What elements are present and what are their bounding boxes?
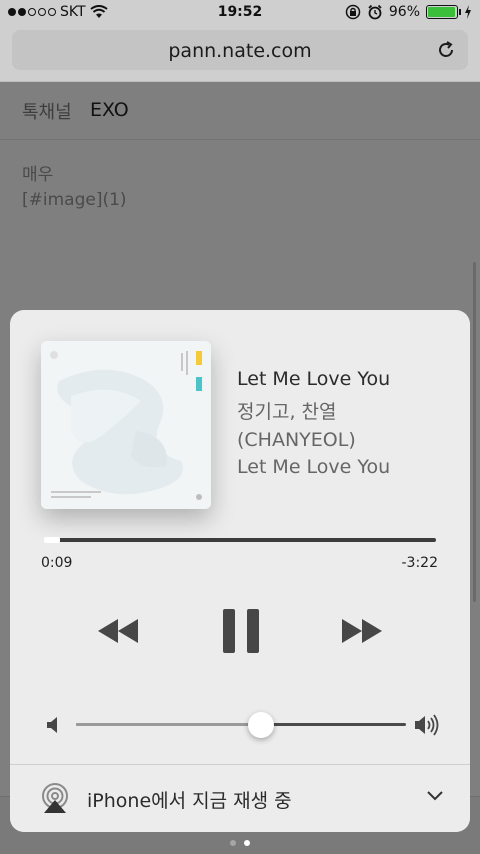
airplay-status: iPhone에서 지금 재생 중 bbox=[87, 790, 292, 812]
url-text[interactable]: pann.nate.com bbox=[12, 40, 468, 62]
elapsed-time: 0:09 bbox=[41, 555, 73, 571]
alarm-icon bbox=[368, 4, 382, 20]
rewind-icon[interactable] bbox=[96, 616, 140, 646]
track-album: Let Me Love You bbox=[237, 456, 391, 478]
volume-slider[interactable] bbox=[76, 723, 406, 726]
channel-row: 톡채널 EXO bbox=[0, 82, 480, 140]
content-line: [#image](1) bbox=[22, 190, 127, 210]
album-artwork[interactable] bbox=[41, 341, 211, 509]
content-line: 매우 bbox=[22, 165, 54, 185]
airplay-row[interactable]: iPhone에서 지금 재생 중 bbox=[10, 764, 470, 832]
track-title: Let Me Love You bbox=[237, 368, 391, 390]
page-dot[interactable] bbox=[230, 840, 236, 846]
page-dot-active[interactable] bbox=[244, 840, 250, 846]
battery-level bbox=[428, 7, 455, 17]
battery-icon bbox=[426, 5, 461, 19]
reload-icon[interactable] bbox=[436, 40, 456, 60]
pause-icon[interactable] bbox=[223, 609, 259, 653]
album-art-graphic bbox=[41, 341, 211, 509]
address-bar[interactable]: pann.nate.com bbox=[12, 30, 468, 70]
browser-toolbar: pann.nate.com bbox=[0, 26, 480, 82]
progress-scrubber[interactable] bbox=[44, 537, 60, 543]
channel-label: 톡채널 bbox=[22, 102, 72, 123]
scroll-indicator bbox=[473, 262, 476, 602]
status-right: 96% bbox=[345, 4, 472, 20]
status-bar: SKT 19:52 96% bbox=[0, 0, 480, 26]
rotation-lock-icon bbox=[345, 4, 361, 20]
airplay-icon[interactable] bbox=[40, 783, 70, 813]
volume-fill bbox=[76, 723, 261, 726]
volume-low-icon bbox=[47, 717, 57, 733]
channel-value[interactable]: EXO bbox=[90, 99, 129, 121]
volume-high-icon bbox=[415, 714, 439, 736]
now-playing-card: Let Me Love You 정기고, 찬열 (CHANYEOL) Let M… bbox=[10, 310, 470, 832]
chevron-down-icon[interactable] bbox=[426, 789, 444, 803]
page-control[interactable] bbox=[0, 840, 480, 846]
progress-bar[interactable] bbox=[44, 538, 436, 542]
battery-percent: 96% bbox=[388, 4, 420, 20]
fast-forward-icon[interactable] bbox=[340, 616, 384, 646]
volume-knob[interactable] bbox=[247, 712, 274, 738]
charging-icon bbox=[465, 5, 471, 19]
remaining-time: -3:22 bbox=[401, 555, 439, 571]
track-artist: 정기고, 찬열 (CHANYEOL) bbox=[237, 401, 356, 451]
